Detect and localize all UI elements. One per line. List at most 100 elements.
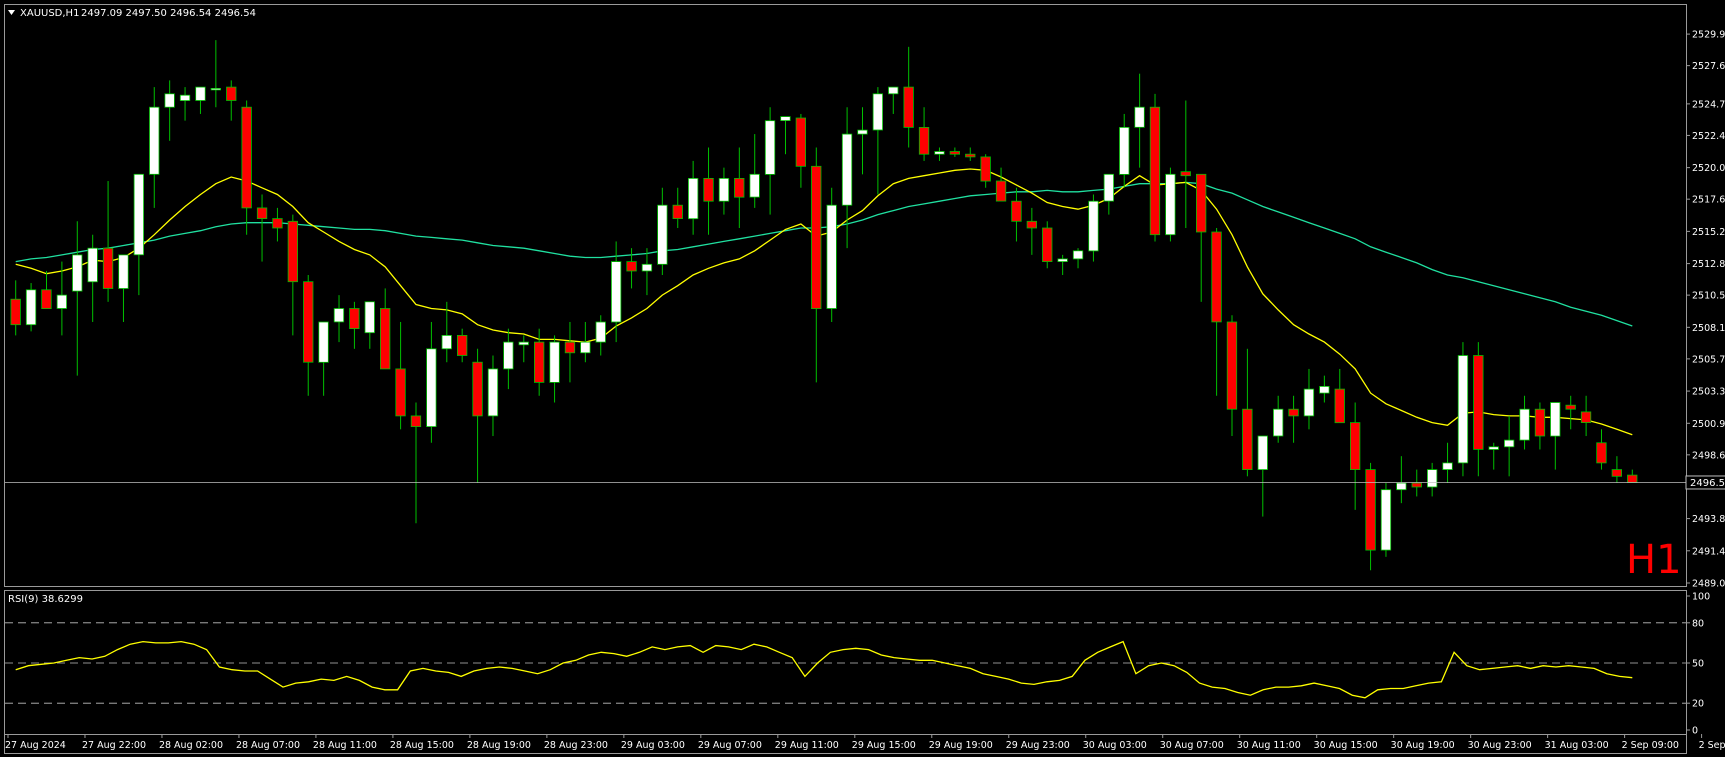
candle-body (118, 254, 129, 289)
candle-body (1149, 106, 1161, 236)
time-tick-label: 30 Aug 03:00 (1083, 740, 1147, 751)
candle-body (349, 308, 360, 330)
price-tick-label: 2500.95 (1692, 419, 1725, 430)
candle-body (641, 263, 653, 272)
time-tick-label: 2 Sep 09:00 (1622, 740, 1679, 751)
candle-body (102, 247, 114, 289)
candle-body (780, 116, 791, 121)
candle-body (56, 294, 67, 309)
candle-body (1211, 231, 1222, 323)
candle-body (1580, 411, 1592, 423)
candle-body (580, 341, 591, 354)
candle-body (133, 173, 145, 256)
candle-body (734, 177, 745, 198)
candle-body (1488, 446, 1499, 450)
price-tick-label: 2522.40 (1692, 131, 1725, 142)
candle-body (1257, 435, 1268, 470)
candle-body (872, 93, 883, 131)
candle-body (441, 334, 452, 350)
candle-body (456, 334, 468, 356)
price-tick-label: 2491.45 (1692, 546, 1725, 557)
symbol-title: XAUUSD,H1 (20, 8, 79, 19)
time-tick-label: 29 Aug 03:00 (621, 740, 685, 751)
candle-body (318, 321, 329, 363)
candle-body (1134, 106, 1145, 128)
candle-body (1365, 469, 1376, 551)
candle-body (857, 129, 868, 135)
candle-body (1303, 388, 1315, 417)
price-tick-label: 2529.95 (1692, 30, 1725, 41)
candle-body (41, 289, 52, 309)
candle-body (1350, 422, 1361, 471)
candle-body (1627, 474, 1638, 483)
candle-body (764, 120, 776, 175)
candle-body (1288, 408, 1299, 417)
candle-body (1196, 173, 1207, 233)
candle-body (1042, 227, 1053, 262)
candle-body (1242, 408, 1253, 471)
candle-body (1103, 173, 1114, 202)
time-tick-label: 29 Aug 07:00 (698, 740, 762, 751)
candle-body (995, 180, 1007, 202)
candle-body (226, 86, 237, 101)
price-tick-label: 2524.75 (1692, 99, 1725, 110)
time-tick-label: 31 Aug 03:00 (1545, 740, 1609, 751)
candle-body (303, 281, 314, 363)
candle-body (1396, 482, 1407, 491)
time-tick-label: 29 Aug 23:00 (1006, 740, 1070, 751)
candle-body (1473, 355, 1484, 450)
candle-body (1611, 469, 1622, 477)
candle-body (1026, 220, 1037, 229)
candle-body (10, 298, 21, 326)
price-tick-label: 2503.35 (1692, 387, 1725, 398)
candle-body (1057, 258, 1068, 262)
time-tick-label: 30 Aug 15:00 (1314, 740, 1378, 751)
candle-body (72, 254, 83, 292)
rsi-header-label: RSI(9) 38.6299 (8, 594, 83, 605)
candle-body (195, 86, 206, 101)
price-tick-label: 2505.75 (1692, 354, 1725, 365)
candle-body (657, 204, 668, 265)
candle-body (1334, 388, 1345, 424)
time-tick-label: 28 Aug 23:00 (544, 740, 608, 751)
candle-body (395, 368, 406, 417)
timeframe-watermark: H1 (1626, 537, 1682, 583)
time-tick-label: 2 Sep 13:00 (1699, 740, 1725, 751)
candle-body (379, 308, 391, 370)
candle-body (1550, 402, 1561, 437)
time-tick-label: 29 Aug 11:00 (775, 740, 839, 751)
candle-body (564, 341, 576, 354)
candle-body (1411, 482, 1422, 488)
candle-body (503, 341, 514, 370)
candle-body (672, 204, 683, 219)
candle-body (595, 321, 606, 343)
time-tick-label: 28 Aug 19:00 (467, 740, 531, 751)
time-tick-label: 30 Aug 19:00 (1391, 740, 1455, 751)
candle-body (1380, 489, 1392, 551)
candle-body (518, 341, 529, 346)
time-tick-label: 28 Aug 07:00 (236, 740, 300, 751)
candle-body (1226, 321, 1238, 410)
rsi-tick-label: 80 (1692, 618, 1704, 629)
candle-body (826, 204, 837, 309)
candle-body (918, 127, 930, 155)
candle-body (287, 220, 299, 283)
rsi-tick-label: 20 (1692, 699, 1704, 710)
candle-body (149, 106, 160, 175)
time-tick-label: 29 Aug 15:00 (852, 740, 916, 751)
current-price-label: 2496.54 (1690, 478, 1725, 489)
time-tick-label: 29 Aug 19:00 (929, 740, 993, 751)
time-tick-label: 28 Aug 02:00 (159, 740, 223, 751)
candle-body (241, 106, 252, 209)
price-tick-label: 2527.60 (1692, 61, 1725, 72)
price-tick-label: 2493.85 (1692, 514, 1725, 525)
trading-chart[interactable]: 2529.95 2527.60 2524.75 2522.40 2520.00 2517.… (0, 0, 1725, 757)
price-tick-label: 2510.50 (1692, 291, 1725, 302)
rsi-tick-label: 100 (1692, 592, 1710, 603)
candle-body (364, 301, 375, 334)
candle-body (1596, 442, 1607, 464)
price-tick-label: 2498.60 (1692, 450, 1725, 461)
candle-body (611, 261, 622, 323)
rsi-tick-label: 0 (1692, 726, 1698, 737)
candle-body (949, 151, 960, 155)
